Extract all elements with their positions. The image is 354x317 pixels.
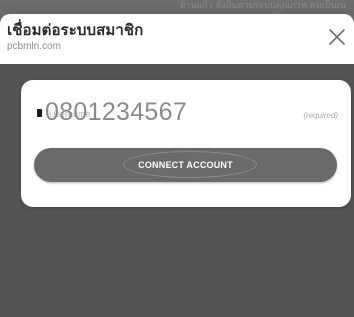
background-page-text: ย้านแก้ว ตั้งถิ่นตามระบบคุณภาพ คนเป็นเน bbox=[180, 1, 346, 11]
close-icon bbox=[329, 29, 345, 45]
phone-input[interactable] bbox=[45, 95, 275, 129]
connect-account-button[interactable]: CONNECT ACCOUNT bbox=[34, 148, 337, 182]
phone-field-row: Username (required) bbox=[32, 89, 344, 131]
sheet-header: เชื่อมต่อระบบสมาชิก pcbmln.com bbox=[0, 14, 354, 64]
phone-icon bbox=[37, 109, 42, 117]
sheet-domain: pcbmln.com bbox=[7, 41, 61, 52]
connect-account-label: CONNECT ACCOUNT bbox=[138, 160, 233, 170]
login-card: Username (required) CONNECT ACCOUNT bbox=[21, 80, 351, 207]
sheet-title: เชื่อมต่อระบบสมาชิก bbox=[7, 21, 144, 39]
sheet-body: Username (required) CONNECT ACCOUNT bbox=[0, 64, 354, 317]
required-hint: (required) bbox=[303, 111, 338, 120]
close-button[interactable] bbox=[326, 26, 348, 48]
